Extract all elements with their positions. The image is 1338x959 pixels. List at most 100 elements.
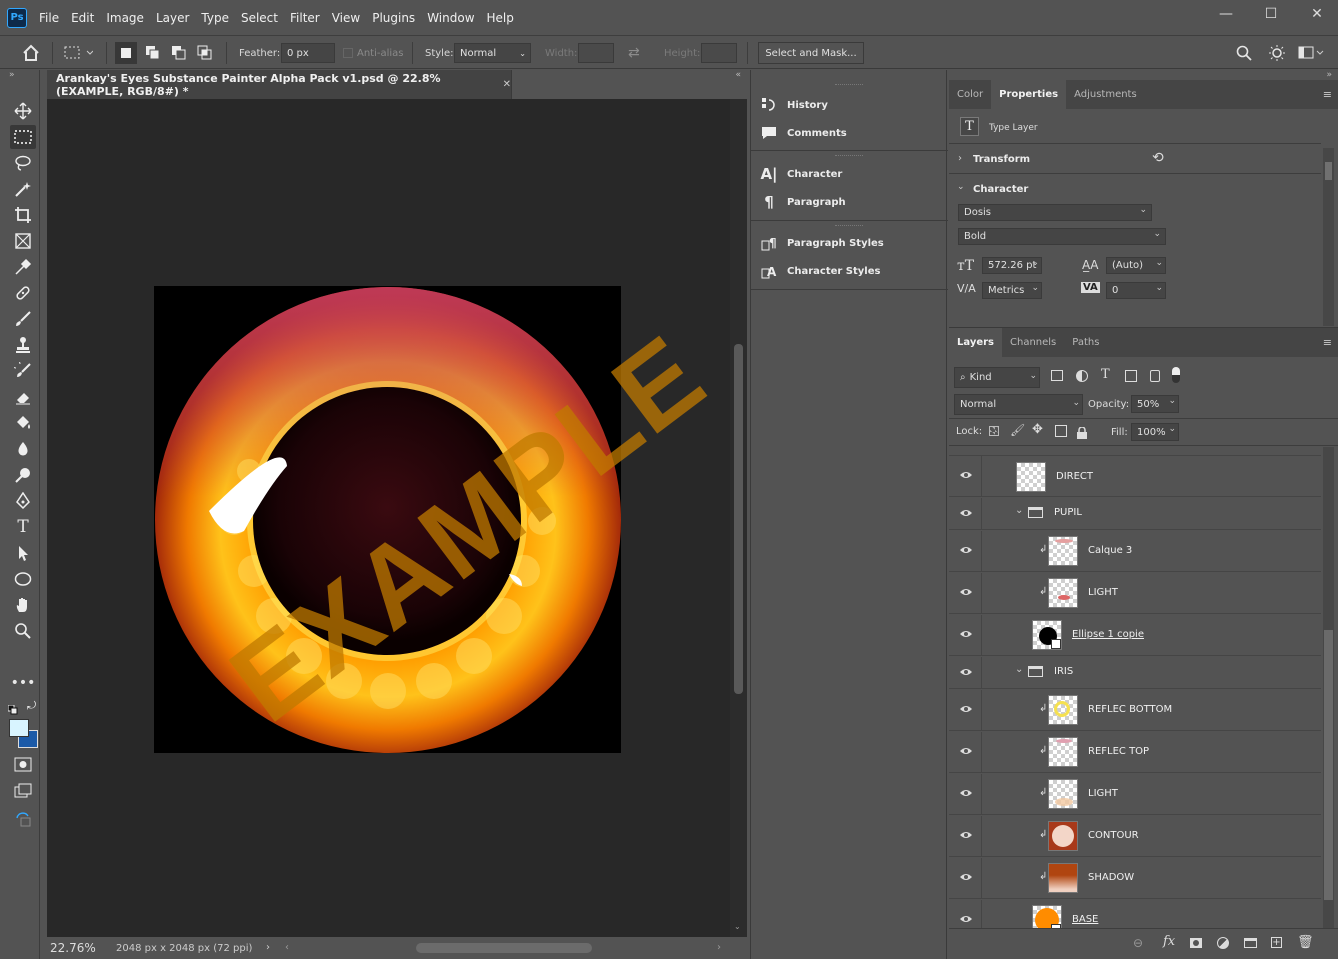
expand-right-panel-icon[interactable]: »: [1326, 70, 1332, 80]
layer-row[interactable]: Ellipse 1 copie: [949, 615, 1321, 656]
width-input[interactable]: [578, 43, 614, 63]
font-style-select[interactable]: Bold ⌄: [958, 228, 1166, 245]
layer-row[interactable]: ↲ REFLEC BOTTOM: [949, 690, 1321, 731]
blend-mode-select[interactable]: Normal ⌄: [954, 394, 1083, 415]
transform-section[interactable]: Transform: [973, 154, 1030, 165]
layer-row[interactable]: ↲ CONTOUR: [949, 816, 1321, 857]
layer-name[interactable]: SHADOW: [1088, 872, 1134, 883]
layer-row[interactable]: BASE: [949, 900, 1321, 928]
menu-filter[interactable]: Filter: [284, 11, 326, 25]
style-select[interactable]: Normal ⌄: [454, 43, 531, 63]
menu-image[interactable]: Image: [100, 11, 150, 25]
menu-window[interactable]: Window: [421, 11, 480, 25]
group-name[interactable]: IRIS: [1054, 666, 1073, 677]
crop-tool-icon[interactable]: [10, 203, 36, 227]
filter-shape-icon[interactable]: [1125, 370, 1137, 382]
swap-colors-icon[interactable]: ⤾: [27, 699, 36, 713]
lock-pixels-icon[interactable]: 🖌: [1010, 423, 1025, 437]
layer-name[interactable]: LIGHT: [1088, 788, 1118, 799]
path-selection-tool-icon[interactable]: [10, 541, 36, 565]
paragraph-panel-button[interactable]: ¶ Paragraph: [761, 193, 845, 211]
visibility-eye-icon[interactable]: [959, 585, 973, 599]
menu-select[interactable]: Select: [235, 11, 284, 25]
edit-toolbar-icon[interactable]: [10, 807, 36, 831]
layer-name[interactable]: CONTOUR: [1088, 830, 1139, 841]
layer-row[interactable]: ↲ LIGHT: [949, 774, 1321, 815]
tab-color[interactable]: Color: [949, 80, 991, 109]
character-styles-panel-button[interactable]: A Character Styles: [761, 263, 880, 279]
character-chevron-icon[interactable]: ⌄: [957, 182, 965, 192]
lock-position-icon[interactable]: ✥: [1032, 422, 1043, 437]
delete-layer-icon[interactable]: 🗑: [1297, 935, 1314, 950]
magic-wand-tool-icon[interactable]: [10, 177, 36, 201]
visibility-eye-icon[interactable]: [959, 786, 973, 800]
canvas-area[interactable]: EXAMPLE: [47, 99, 730, 937]
layer-effects-icon[interactable]: fx: [1163, 934, 1175, 949]
lock-all-icon[interactable]: [1077, 424, 1087, 439]
layer-row[interactable]: ↲ LIGHT: [949, 573, 1321, 614]
canvas-vertical-scrollbar[interactable]: ⌄: [730, 99, 747, 937]
group-expand-chevron-icon[interactable]: ⌄: [1015, 664, 1023, 675]
filter-smart-object-icon[interactable]: [1150, 370, 1160, 382]
layer-name[interactable]: LIGHT: [1088, 587, 1118, 598]
feather-input[interactable]: 0 px: [281, 43, 335, 63]
visibility-eye-icon[interactable]: [959, 506, 973, 520]
tracking-input[interactable]: 0 ⌄: [1106, 282, 1166, 299]
zoom-level[interactable]: 22.76%: [50, 941, 116, 955]
layer-name[interactable]: REFLEC TOP: [1088, 746, 1149, 757]
opacity-input[interactable]: 50% ⌄: [1131, 395, 1179, 413]
status-menu-arrow-icon[interactable]: ›: [266, 942, 270, 953]
brush-tool-icon[interactable]: [10, 307, 36, 331]
character-panel-button[interactable]: A| Character: [760, 165, 842, 183]
add-selection-icon[interactable]: [145, 36, 161, 70]
layer-name[interactable]: REFLEC BOTTOM: [1088, 704, 1172, 715]
rectangular-marquee-tool-icon[interactable]: [10, 125, 36, 149]
layer-name[interactable]: Calque 3: [1088, 545, 1132, 556]
eraser-tool-icon[interactable]: [10, 385, 36, 409]
filter-type-icon[interactable]: T: [1101, 367, 1110, 382]
frame-tool-icon[interactable]: [10, 229, 36, 253]
properties-scroll-thumb[interactable]: [1325, 162, 1332, 180]
scroll-down-icon[interactable]: ⌄: [734, 922, 741, 931]
menu-layer[interactable]: Layer: [150, 11, 195, 25]
tab-adjustments[interactable]: Adjustments: [1066, 80, 1145, 109]
intersect-selection-icon[interactable]: [197, 36, 213, 70]
properties-menu-icon[interactable]: ≡: [1323, 88, 1332, 101]
comments-panel-button[interactable]: Comments: [761, 125, 847, 141]
select-and-mask-button[interactable]: Select and Mask...: [758, 42, 864, 64]
layer-row[interactable]: DIRECT: [949, 456, 1321, 497]
expand-panel-icon[interactable]: »: [9, 70, 15, 80]
discover-lightbulb-icon[interactable]: [1268, 36, 1286, 70]
layer-row[interactable]: ↲ Calque 3: [949, 531, 1321, 572]
minimize-button[interactable]: —: [1203, 0, 1249, 28]
menu-view[interactable]: View: [326, 11, 366, 25]
layer-name[interactable]: DIRECT: [1056, 471, 1093, 482]
lock-artboard-icon[interactable]: [1055, 425, 1067, 437]
foreground-color-swatch[interactable]: [9, 719, 29, 737]
antialias-checkbox[interactable]: Anti-alias: [343, 36, 404, 70]
pen-tool-icon[interactable]: [10, 489, 36, 513]
more-tools-icon[interactable]: •••: [10, 671, 36, 695]
collapse-panels-icon[interactable]: «: [735, 70, 741, 80]
tab-properties[interactable]: Properties: [991, 80, 1067, 109]
layers-menu-icon[interactable]: ≡: [1323, 336, 1332, 349]
tab-channels[interactable]: Channels: [1002, 328, 1064, 357]
tab-paths[interactable]: Paths: [1064, 328, 1107, 357]
layers-scroll-thumb[interactable]: [1324, 630, 1333, 900]
paragraph-styles-panel-button[interactable]: ¶ Paragraph Styles: [761, 235, 884, 251]
tab-layers[interactable]: Layers: [949, 328, 1002, 357]
new-selection-icon[interactable]: [115, 36, 137, 70]
scroll-left-icon[interactable]: ‹: [285, 942, 289, 953]
transform-chevron-icon[interactable]: ›: [958, 153, 962, 164]
close-button[interactable]: ✕: [1294, 0, 1338, 28]
visibility-eye-icon[interactable]: [959, 702, 973, 716]
filter-adjustment-icon[interactable]: [1076, 370, 1088, 382]
add-mask-icon[interactable]: [1190, 938, 1202, 948]
search-icon[interactable]: [1236, 36, 1252, 70]
horizontal-scroll-thumb[interactable]: [416, 943, 592, 953]
hand-tool-icon[interactable]: [10, 593, 36, 617]
filter-pixel-icon[interactable]: [1051, 370, 1063, 381]
filter-toggle-icon[interactable]: [1172, 367, 1180, 383]
link-layers-icon[interactable]: ⊖: [1133, 936, 1143, 950]
layer-group-row[interactable]: ⌄ PUPIL: [949, 498, 1321, 530]
